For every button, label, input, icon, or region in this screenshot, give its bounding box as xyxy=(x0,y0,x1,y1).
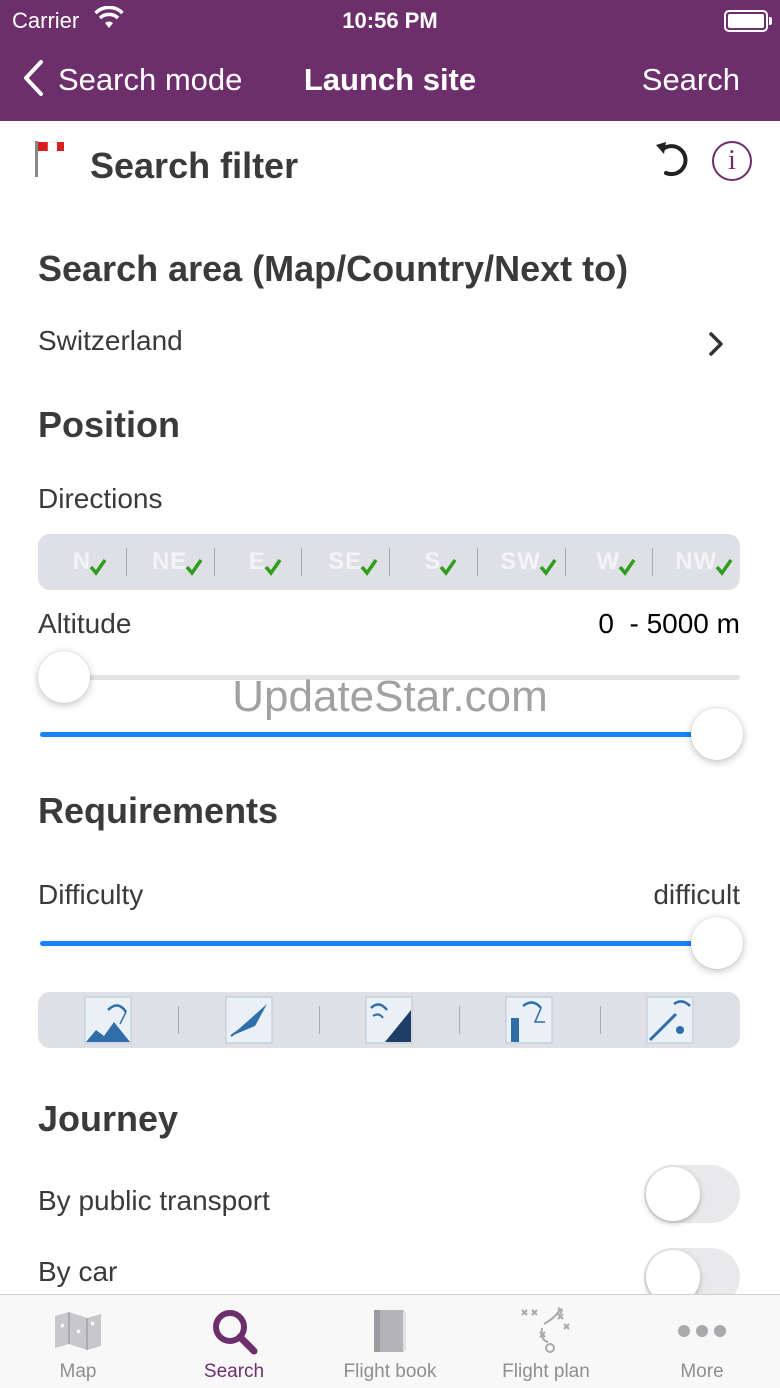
tab-flight-book[interactable]: Flight book xyxy=(312,1295,468,1388)
checkmark-icon xyxy=(185,559,203,576)
tab-more[interactable]: More xyxy=(624,1295,780,1388)
paraglider-hill-icon xyxy=(84,996,132,1044)
search-area-heading: Search area (Map/Country/Next to) xyxy=(38,248,629,289)
terrain-option-2[interactable] xyxy=(178,992,318,1048)
direction-s[interactable]: S xyxy=(389,534,477,590)
direction-n[interactable]: N xyxy=(38,534,126,590)
direction-se[interactable]: SE xyxy=(301,534,389,590)
checkmark-icon xyxy=(360,559,378,576)
difficulty-track[interactable] xyxy=(40,941,718,946)
tab-flight-plan[interactable]: Flight plan xyxy=(468,1295,624,1388)
hang-glider-icon xyxy=(225,996,273,1044)
terrain-option-4[interactable] xyxy=(459,992,599,1048)
info-icon[interactable]: i xyxy=(712,141,752,181)
navigation-bar: Search mode Launch site Search xyxy=(0,42,780,121)
filter-title: Search filter xyxy=(90,145,299,186)
reset-icon[interactable] xyxy=(652,139,694,186)
checkmark-icon xyxy=(440,559,457,576)
checkmark-icon xyxy=(89,559,107,576)
altitude-max-thumb[interactable] xyxy=(691,708,743,760)
steep-wall-icon xyxy=(505,996,553,1044)
directions-segmented-control: N NE E SE S SW W NW xyxy=(38,534,740,590)
tab-flight-plan-label: Flight plan xyxy=(502,1361,590,1382)
search-button[interactable]: Search xyxy=(642,62,740,98)
windsock-flag-icon xyxy=(34,139,66,184)
tab-bar: Map Search Flight book Flight plan More xyxy=(0,1294,780,1388)
ridge-launch-icon xyxy=(646,996,694,1044)
tab-flight-book-label: Flight book xyxy=(343,1361,437,1382)
terrain-option-5[interactable] xyxy=(599,992,740,1048)
book-icon xyxy=(312,1307,468,1355)
difficulty-thumb[interactable] xyxy=(691,917,743,969)
tab-map-label: Map xyxy=(59,1361,97,1382)
altitude-value: 0 - 5000 m xyxy=(598,608,740,639)
status-bar: Carrier 10:56 PM xyxy=(0,0,780,42)
public-transport-label: By public transport xyxy=(38,1185,270,1216)
search-area-value[interactable]: Switzerland xyxy=(38,325,183,357)
checkmark-icon xyxy=(715,559,733,576)
direction-sw[interactable]: SW xyxy=(476,534,565,590)
flight-plan-icon xyxy=(468,1307,624,1355)
clock: 10:56 PM xyxy=(342,8,438,33)
by-car-label: By car xyxy=(38,1256,118,1287)
terrain-option-1[interactable] xyxy=(38,992,178,1048)
watermark: UpdateStar.com xyxy=(232,672,548,721)
journey-heading: Journey xyxy=(38,1098,179,1139)
tab-search[interactable]: Search xyxy=(156,1295,312,1388)
map-icon xyxy=(0,1307,156,1355)
difficulty-value: difficult xyxy=(653,879,740,910)
checkmark-icon xyxy=(618,559,636,576)
direction-e[interactable]: E xyxy=(213,534,302,590)
difficulty-label: Difficulty xyxy=(38,879,144,910)
tab-more-label: More xyxy=(680,1361,724,1382)
terrain-option-3[interactable] xyxy=(318,992,459,1048)
requirements-heading: Requirements xyxy=(38,790,279,831)
search-icon xyxy=(156,1307,312,1355)
cliff-launch-icon xyxy=(365,996,413,1044)
direction-ne[interactable]: NE xyxy=(125,534,214,590)
checkmark-icon xyxy=(264,559,282,576)
direction-nw[interactable]: NW xyxy=(652,534,740,590)
altitude-max-track[interactable] xyxy=(40,732,718,737)
battery-icon xyxy=(724,10,772,32)
public-transport-toggle[interactable] xyxy=(644,1165,740,1223)
directions-label: Directions xyxy=(38,483,163,514)
filter-header: Search filter i xyxy=(0,121,780,203)
tab-map[interactable]: Map xyxy=(0,1295,156,1388)
tab-search-label: Search xyxy=(203,1361,265,1382)
direction-w[interactable]: W xyxy=(564,534,653,590)
checkmark-icon xyxy=(539,559,557,576)
position-heading: Position xyxy=(38,404,180,445)
terrain-type-segmented-control xyxy=(38,992,740,1048)
chevron-right-icon[interactable] xyxy=(706,330,726,363)
altitude-label: Altitude xyxy=(38,608,132,639)
more-icon xyxy=(624,1307,780,1355)
